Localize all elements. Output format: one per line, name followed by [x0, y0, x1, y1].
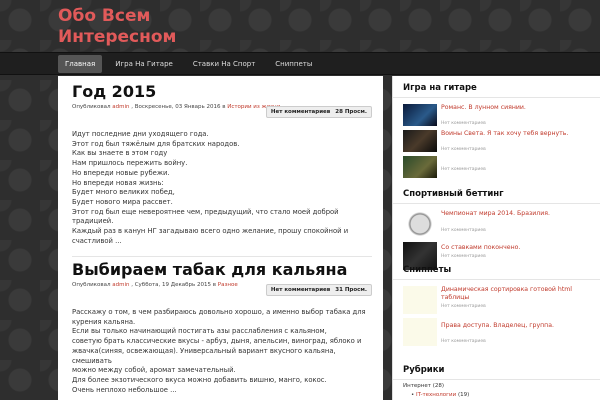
- post-date: , Суббота, 19 Декабрь 2015 в: [131, 282, 217, 288]
- category-list: Интернет (28) • IT-технологии (19): [393, 380, 600, 400]
- widget-item-link[interactable]: Воины Света. Я так хочу тебя вернуть.: [441, 130, 596, 138]
- thumbnail-image[interactable]: [403, 156, 437, 178]
- widget-item[interactable]: Динамическая сортировка готовой html таб…: [393, 284, 600, 316]
- post: Выбираем табак для кальяна Опубликовал a…: [72, 260, 372, 395]
- comments-count: Нет комментариев: [270, 287, 331, 293]
- widget-item[interactable]: Воины Света. Я так хочу тебя вернуть. Не…: [393, 128, 600, 154]
- excerpt-line: Нам пришлось пережить войну.: [72, 159, 188, 168]
- site-title-line2: Интересном: [58, 27, 177, 47]
- site-title-line1: Обо Всем: [58, 6, 151, 26]
- excerpt-line: советую брать классические вкусы - арбуз…: [72, 337, 362, 346]
- author-link[interactable]: admin: [112, 104, 129, 110]
- views-count: 28 Просм.: [335, 109, 367, 115]
- thumbnail-image[interactable]: [403, 130, 437, 152]
- widget-item-link[interactable]: Со ставками покончено.: [441, 244, 596, 252]
- views-count: 31 Просм.: [335, 287, 367, 293]
- widget-title: Рубрики: [393, 362, 600, 380]
- post-title[interactable]: Выбираем табак для кальяна: [72, 260, 372, 280]
- comments-count: Нет комментариев: [270, 109, 331, 115]
- excerpt-line: Этот год был еще невероятнее чем, предыд…: [72, 207, 339, 226]
- category-label[interactable]: Интернет: [403, 383, 431, 389]
- widget-item-comments: Нет комментариев: [441, 228, 486, 233]
- widget-item-comments: Нет комментариев: [441, 339, 486, 344]
- widget-guitar: Игра на гитаре Романс. В лунном сиянии. …: [393, 80, 600, 180]
- nav-item-guitar[interactable]: Игра На Гитаре: [108, 55, 180, 73]
- sidebar: Игра на гитаре Романс. В лунном сиянии. …: [392, 76, 600, 400]
- excerpt-line: Но впереди новые рубежи.: [72, 168, 170, 177]
- widget-item[interactable]: Романс. В лунном сиянии. Нет комментарие…: [393, 102, 600, 128]
- meta-prefix: Опубликовал: [72, 104, 111, 110]
- excerpt-line: Если вы только начинающий постигать азы …: [72, 327, 327, 336]
- category-item[interactable]: • IT-технологии (19): [403, 391, 591, 400]
- widget-item-comments: Нет комментариев: [441, 167, 486, 172]
- author-link[interactable]: admin: [112, 282, 129, 288]
- category-label[interactable]: IT-технологии: [416, 392, 456, 398]
- widget-title: Игра на гитаре: [393, 80, 600, 98]
- excerpt-line: Для более экзотического вкуса можно доба…: [72, 375, 327, 384]
- excerpt-line: Расскажу о том, в чем разбираюсь довольн…: [72, 308, 366, 316]
- widget-item-comments: Нет комментариев: [441, 304, 486, 309]
- widget-item-comments: Нет комментариев: [441, 121, 486, 126]
- excerpt-line: Будет нового мира рассвет.: [72, 197, 173, 206]
- thumbnail-image[interactable]: [403, 210, 437, 238]
- post-excerpt: Расскажу о том, в чем разбираюсь довольн…: [72, 308, 372, 395]
- meta-prefix: Опубликовал: [72, 282, 111, 288]
- excerpt-line: Идут последние дни уходящего года.: [72, 130, 209, 138]
- post-title[interactable]: Год 2015: [72, 82, 372, 102]
- widget-betting: Спортивный беттинг Чемпионат мира 2014. …: [393, 186, 600, 272]
- excerpt-line: счастливой ...: [72, 236, 122, 245]
- widget-item-link[interactable]: Права доступа. Владелец, группа.: [441, 322, 596, 330]
- excerpt-line: Этот год был тяжёлым для братских народо…: [72, 139, 240, 148]
- excerpt-line: жвачка(синяя, освежающая). Универсальный…: [72, 346, 336, 365]
- post-date: , Воскресенье, 03 Январь 2016 в: [131, 104, 226, 110]
- widget-rubrics: Рубрики Интернет (28) • IT-технологии (1…: [393, 362, 600, 400]
- bullet-icon: •: [411, 392, 415, 398]
- widget-title: Спортивный беттинг: [393, 186, 600, 204]
- comments-badge[interactable]: Нет комментариев 28 Просм.: [265, 106, 372, 118]
- main-nav: Главная Игра На Гитаре Ставки На Спорт С…: [0, 52, 600, 75]
- excerpt-line: можно между собой, аромат замечательный.: [72, 366, 236, 375]
- excerpt-line: курения кальяна.: [72, 317, 136, 326]
- thumbnail-image[interactable]: [403, 286, 437, 314]
- category-link[interactable]: Разное: [218, 282, 238, 288]
- nav-item-snippets[interactable]: Сниппеты: [268, 55, 319, 73]
- post-excerpt: Идут последние дни уходящего года. Этот г…: [72, 130, 372, 246]
- excerpt-line: Как вы знаете в этом году: [72, 149, 168, 158]
- post-divider: [72, 256, 372, 258]
- widget-item-comments: Нет комментариев: [441, 254, 486, 259]
- category-count: (28): [432, 383, 445, 389]
- nav-item-betting[interactable]: Ставки На Спорт: [186, 55, 262, 73]
- comments-badge[interactable]: Нет комментариев 31 Просм.: [265, 284, 372, 296]
- thumbnail-image[interactable]: [403, 104, 437, 126]
- thumbnail-image[interactable]: [403, 318, 437, 346]
- nav-item-home[interactable]: Главная: [58, 55, 103, 73]
- excerpt-line: Но впереди новая жизнь:: [72, 178, 164, 187]
- category-item[interactable]: Интернет (28): [403, 382, 591, 391]
- widget-snippets: Сниппеты Динамическая сортировка готовой…: [393, 262, 600, 348]
- widget-item[interactable]: Чемпионат мира 2014. Бразилия. Нет комме…: [393, 208, 600, 240]
- site-title[interactable]: Обо Всем Интересном: [58, 6, 176, 48]
- widget-item-link[interactable]: Романс. В лунном сиянии.: [441, 104, 596, 112]
- main-content: Год 2015 Опубликовал admin , Воскресенье…: [58, 76, 383, 400]
- excerpt-line: Каждый раз в канун НГ загадываю всего од…: [72, 227, 349, 236]
- post: Год 2015 Опубликовал admin , Воскресенье…: [72, 82, 372, 258]
- widget-item[interactable]: Права доступа. Владелец, группа. Нет ком…: [393, 316, 600, 348]
- category-count: (19): [457, 392, 470, 398]
- widget-item-comments: Нет комментариев: [441, 147, 486, 152]
- widget-title: Сниппеты: [393, 262, 600, 280]
- widget-item-link[interactable]: Чемпионат мира 2014. Бразилия.: [441, 210, 596, 218]
- excerpt-line: Очень неплохо небольшое ...: [72, 385, 177, 394]
- excerpt-line: Будет много великих побед,: [72, 188, 175, 197]
- widget-item[interactable]: Нет комментариев: [393, 154, 600, 180]
- widget-item-link[interactable]: Динамическая сортировка готовой html таб…: [441, 286, 596, 302]
